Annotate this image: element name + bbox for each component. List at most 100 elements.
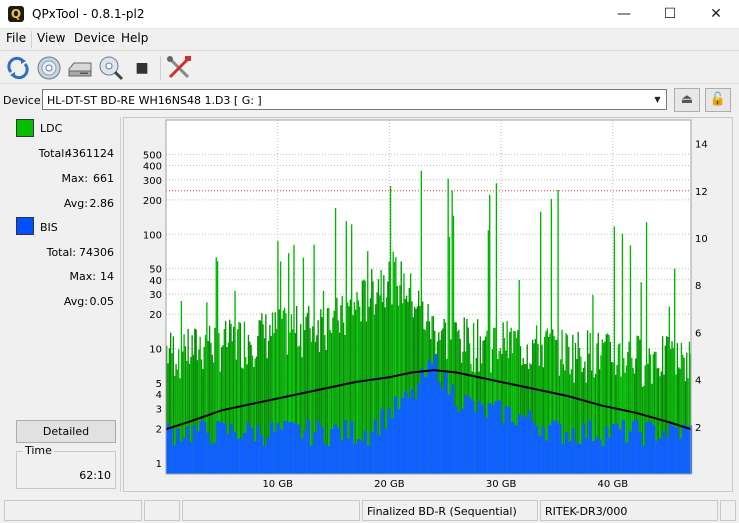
bis-bar bbox=[390, 418, 394, 474]
ldc-total-value: 4361124 bbox=[65, 147, 114, 160]
chevron-down-icon[interactable]: ▼ bbox=[650, 91, 665, 108]
bis-bar bbox=[474, 411, 478, 474]
bis-bar bbox=[326, 446, 331, 474]
left-axis-tick-label: 3 bbox=[156, 404, 162, 415]
bis-bar bbox=[189, 442, 193, 474]
bis-bar bbox=[172, 445, 177, 474]
eject-button[interactable]: ⏏ bbox=[674, 88, 700, 112]
time-value: 62:10 bbox=[79, 469, 111, 482]
bis-bar bbox=[604, 426, 609, 474]
bis-bar bbox=[584, 438, 589, 474]
bis-bar bbox=[196, 431, 200, 474]
bis-bar bbox=[638, 432, 642, 474]
bis-bar bbox=[383, 428, 388, 474]
lock-button[interactable]: 🔓 bbox=[705, 88, 731, 112]
bis-bar bbox=[393, 396, 398, 474]
bis-bar bbox=[568, 440, 572, 474]
bis-bar bbox=[467, 397, 471, 474]
left-axis-tick-label: 100 bbox=[143, 230, 162, 241]
bis-bar bbox=[333, 424, 337, 474]
bis-bar bbox=[548, 425, 552, 474]
bis-bar bbox=[521, 416, 525, 474]
disc-icon[interactable] bbox=[35, 54, 63, 82]
time-group: Time 62:10 bbox=[16, 444, 116, 489]
bis-bar bbox=[229, 424, 234, 474]
magnifier-disc-icon[interactable] bbox=[97, 54, 125, 82]
bis-bar bbox=[199, 420, 203, 474]
bis-bar bbox=[340, 439, 344, 474]
menu-help[interactable]: Help bbox=[121, 31, 148, 45]
menu-file[interactable]: File bbox=[6, 31, 26, 45]
ldc-total-label: Total: bbox=[38, 147, 68, 160]
bis-bar bbox=[293, 423, 297, 474]
tools-icon[interactable] bbox=[165, 54, 193, 82]
bis-bar bbox=[494, 401, 498, 474]
bis-bar bbox=[343, 420, 347, 474]
bis-bar bbox=[581, 423, 585, 474]
bis-bar bbox=[202, 422, 207, 474]
bis-bar bbox=[289, 421, 294, 474]
left-axis-tick-label: 500 bbox=[143, 150, 162, 161]
status-cell-2 bbox=[144, 500, 180, 521]
bis-bar bbox=[410, 389, 414, 474]
menu-view[interactable]: View bbox=[37, 31, 65, 45]
bis-bar bbox=[534, 425, 538, 474]
bis-bar bbox=[514, 425, 518, 474]
bis-bar bbox=[273, 431, 277, 474]
bis-bar bbox=[427, 359, 431, 474]
ldc-color-swatch bbox=[16, 119, 34, 137]
bis-bar bbox=[668, 422, 673, 474]
bis-bar bbox=[507, 406, 512, 474]
bis-bar bbox=[320, 427, 324, 474]
drive-icon[interactable] bbox=[66, 54, 94, 82]
bis-bar bbox=[310, 445, 314, 474]
maximize-button[interactable]: ☐ bbox=[647, 0, 693, 29]
right-axis-tick-label: 10 bbox=[695, 234, 708, 245]
menu-bar: File View Device Help bbox=[0, 29, 739, 49]
bis-bar bbox=[672, 425, 676, 474]
device-select[interactable]: HL-DT-ST BD-RE WH16NS48 1.D3 [ G: ] ▼ bbox=[42, 89, 667, 110]
bis-bar bbox=[688, 425, 693, 474]
bis-bar bbox=[222, 423, 227, 474]
ldc-avg-label: Avg: bbox=[63, 197, 88, 210]
bis-bar bbox=[578, 444, 582, 474]
bis-bar bbox=[330, 429, 334, 474]
bis-bar bbox=[286, 422, 290, 474]
close-button[interactable]: ✕ bbox=[693, 0, 739, 29]
bis-bar bbox=[380, 408, 384, 474]
bis-total-label: Total: bbox=[46, 246, 76, 259]
bis-bar bbox=[588, 420, 592, 474]
bis-bar bbox=[477, 401, 481, 474]
bis-bar bbox=[400, 397, 404, 474]
bis-bar bbox=[481, 404, 485, 474]
x-axis-tick-label: 30 GB bbox=[486, 479, 517, 490]
bis-bar bbox=[621, 420, 626, 474]
minimize-button[interactable]: — bbox=[601, 0, 647, 29]
left-axis-tick-label: 4 bbox=[156, 390, 162, 401]
bis-bar bbox=[403, 391, 408, 474]
left-axis-tick-label: 1 bbox=[156, 459, 162, 470]
menu-device[interactable]: Device bbox=[74, 31, 115, 45]
status-cell-3 bbox=[182, 500, 360, 521]
stats-panel: LDC Total: 4361124 Max: 661 Avg: 2.86 BI… bbox=[7, 117, 121, 492]
bis-bar bbox=[524, 417, 528, 474]
bis-bar bbox=[296, 424, 301, 474]
detailed-button[interactable]: Detailed bbox=[16, 420, 116, 443]
stop-icon[interactable]: ■ bbox=[128, 54, 156, 82]
bis-bar bbox=[233, 432, 237, 474]
window-title: QPxTool - 0.8.1-pl2 bbox=[32, 7, 145, 21]
bis-bar bbox=[253, 441, 257, 474]
bis-bar bbox=[675, 427, 679, 474]
bis-bar bbox=[561, 443, 565, 474]
ldc-legend-label: LDC bbox=[40, 122, 63, 135]
bis-bar bbox=[437, 382, 441, 474]
left-axis-tick-label: 40 bbox=[149, 276, 162, 287]
refresh-icon[interactable] bbox=[4, 54, 32, 82]
bis-bar bbox=[440, 388, 445, 474]
bis-bar bbox=[641, 445, 646, 474]
bis-bar bbox=[186, 426, 190, 474]
bis-bar bbox=[615, 423, 619, 474]
bis-bar bbox=[537, 435, 542, 474]
bis-bar bbox=[313, 432, 317, 474]
bis-bar bbox=[447, 394, 451, 474]
